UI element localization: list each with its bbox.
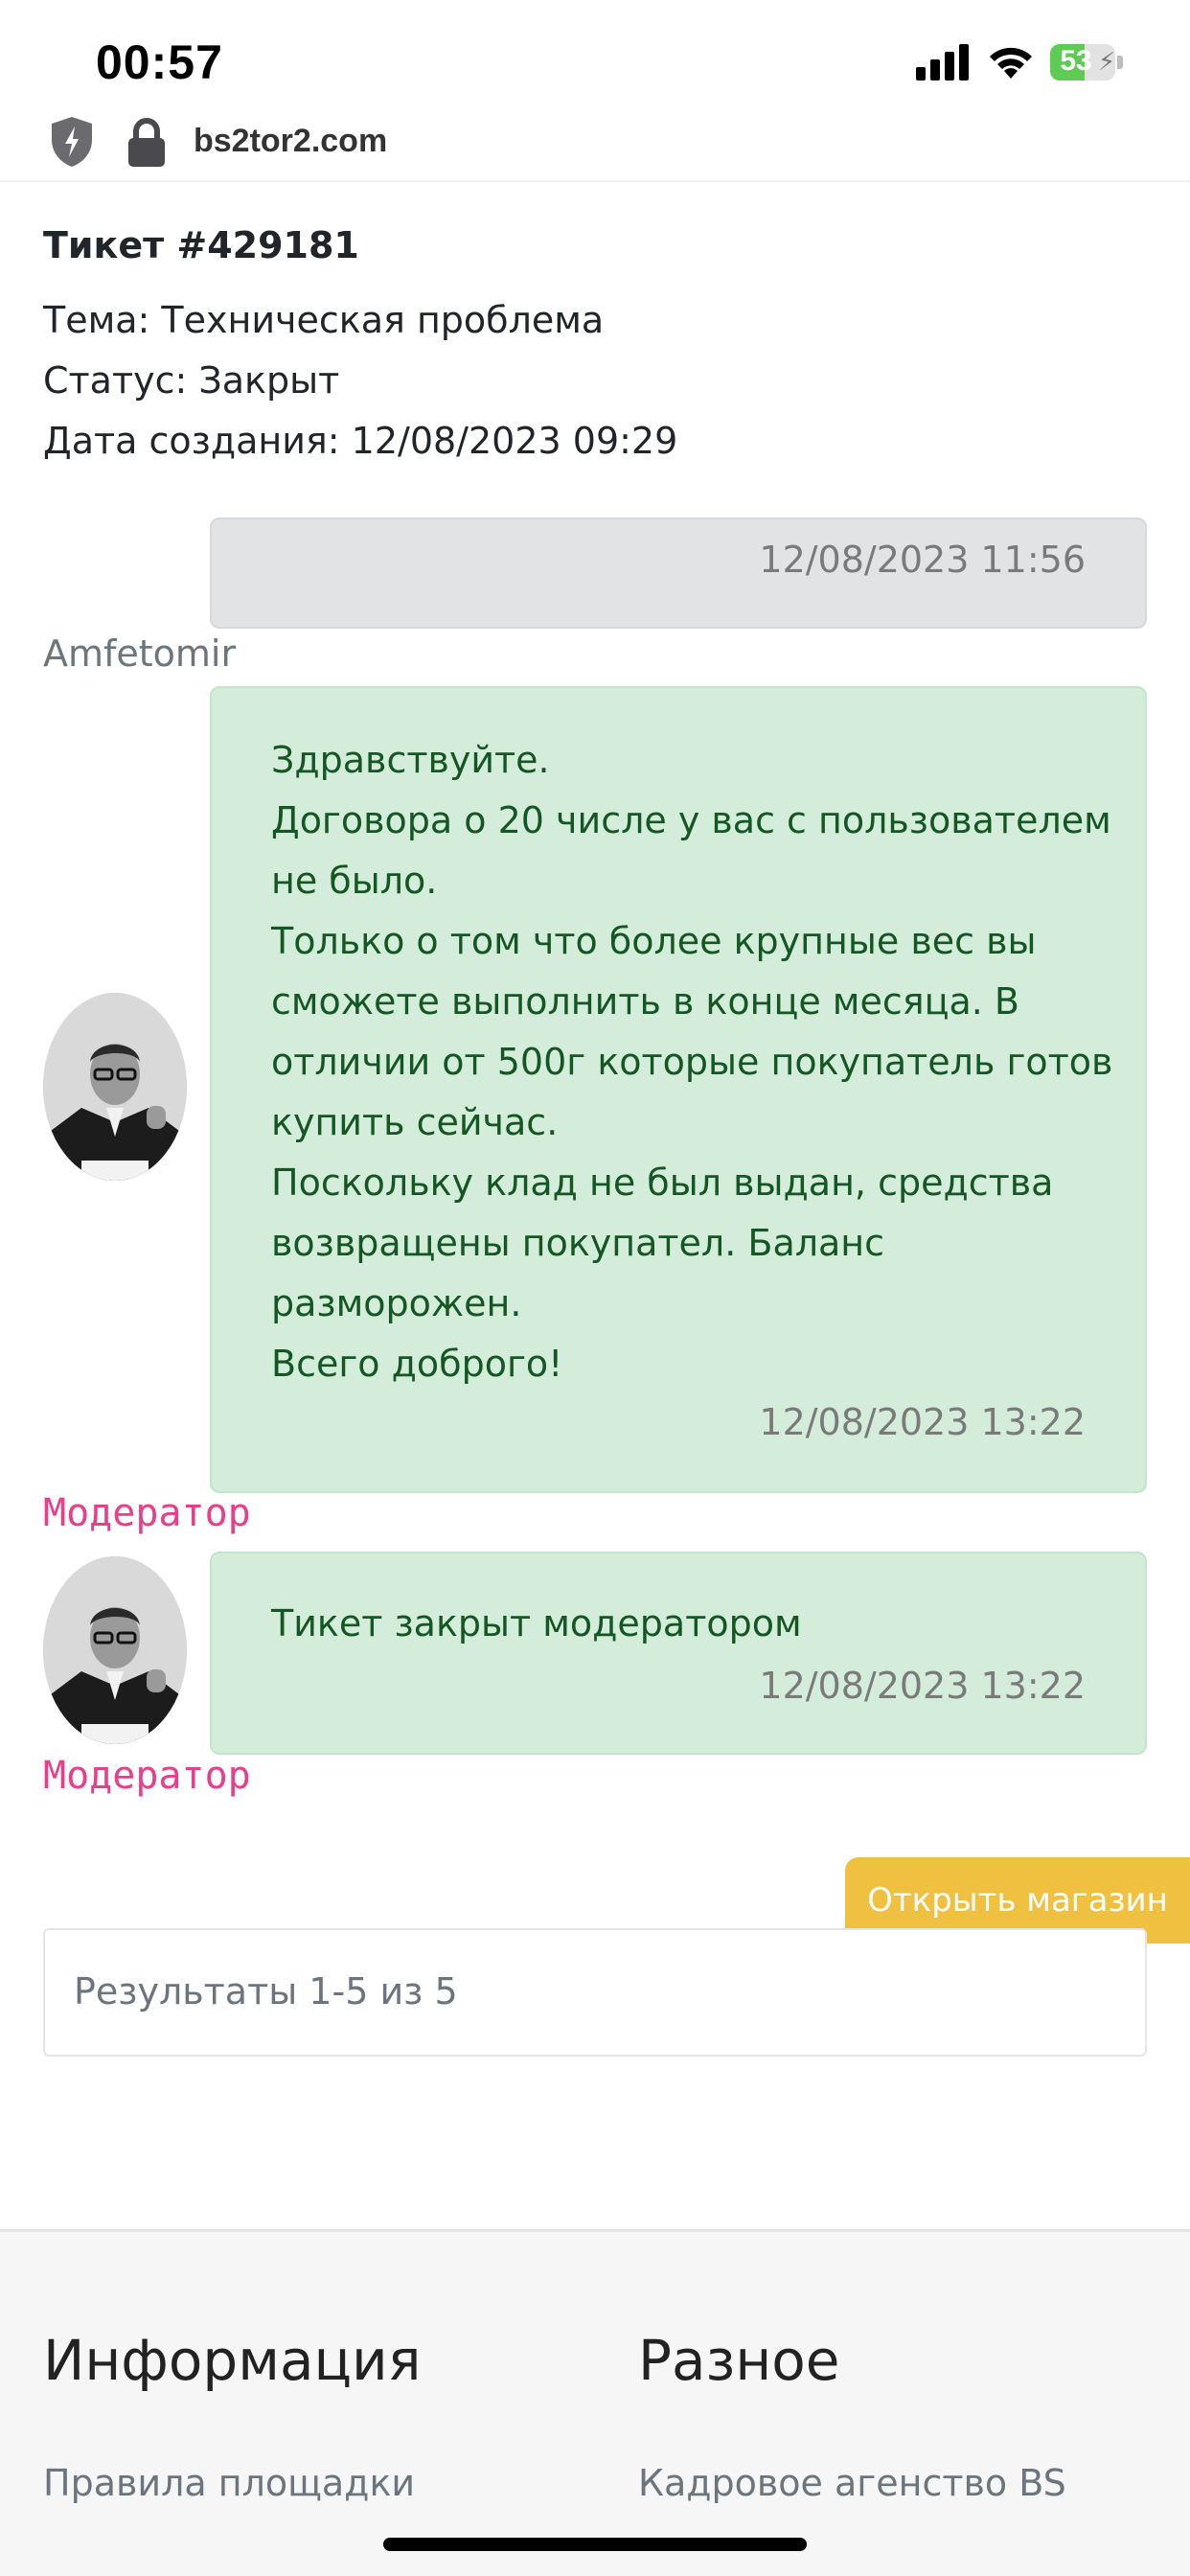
ticket-title: Тикет #429181 [43,224,359,266]
cellular-signal-icon [916,44,970,80]
footer-info-title: Информация [43,2328,422,2393]
message-bubble: 12/08/2023 11:56 [210,518,1147,629]
results-text: Результаты 1-5 из 5 [74,1970,458,2012]
message-bubble: Здравствуйте. Договора о 20 числе у вас … [210,686,1147,1493]
message-time: 12/08/2023 11:56 [759,539,1086,581]
message-bubble: Тикет закрыт модератором 12/08/2023 13:2… [210,1552,1147,1755]
ticket-topic: Тема: Техническая проблема [43,299,605,341]
url-text[interactable]: bs2tor2.com [194,123,387,160]
avatar [43,993,187,1181]
home-indicator[interactable] [383,2538,807,2551]
message-time: 12/08/2023 13:22 [759,1401,1086,1443]
message-text: Тикет закрыт модератором [271,1602,802,1644]
message-author: Модератор [43,1754,251,1798]
message-author: Amfetomir [43,632,237,675]
footer-link-rules[interactable]: Правила площадки [43,2462,415,2504]
ticket-status: Статус: Закрыт [43,359,340,402]
shield-icon[interactable] [50,115,94,169]
browser-url-bar[interactable]: bs2tor2.com [0,105,1190,182]
status-time: 00:57 [96,35,223,89]
status-bar: 00:57 53 ⚡ [0,0,1190,115]
wifi-icon [990,47,1032,79]
lock-icon [128,118,165,167]
battery-icon: 53 ⚡ [1050,44,1123,82]
ticket-created: Дата создания: 12/08/2023 09:29 [43,420,678,462]
message-time: 12/08/2023 13:22 [759,1665,1086,1707]
footer: Информация Разное Правила площадки Кадро… [0,2229,1190,2576]
message-text: Здравствуйте. Договора о 20 числе у вас … [271,739,1113,1385]
results-info: Результаты 1-5 из 5 [43,1928,1147,2057]
footer-link-hr-agency[interactable]: Кадровое агенство BS [638,2462,1066,2504]
charging-bolt-icon: ⚡ [1098,48,1116,77]
battery-percent: 53 [1060,45,1092,77]
message-author: Модератор [43,1491,251,1535]
footer-misc-title: Разное [638,2328,840,2393]
avatar [43,1556,187,1744]
